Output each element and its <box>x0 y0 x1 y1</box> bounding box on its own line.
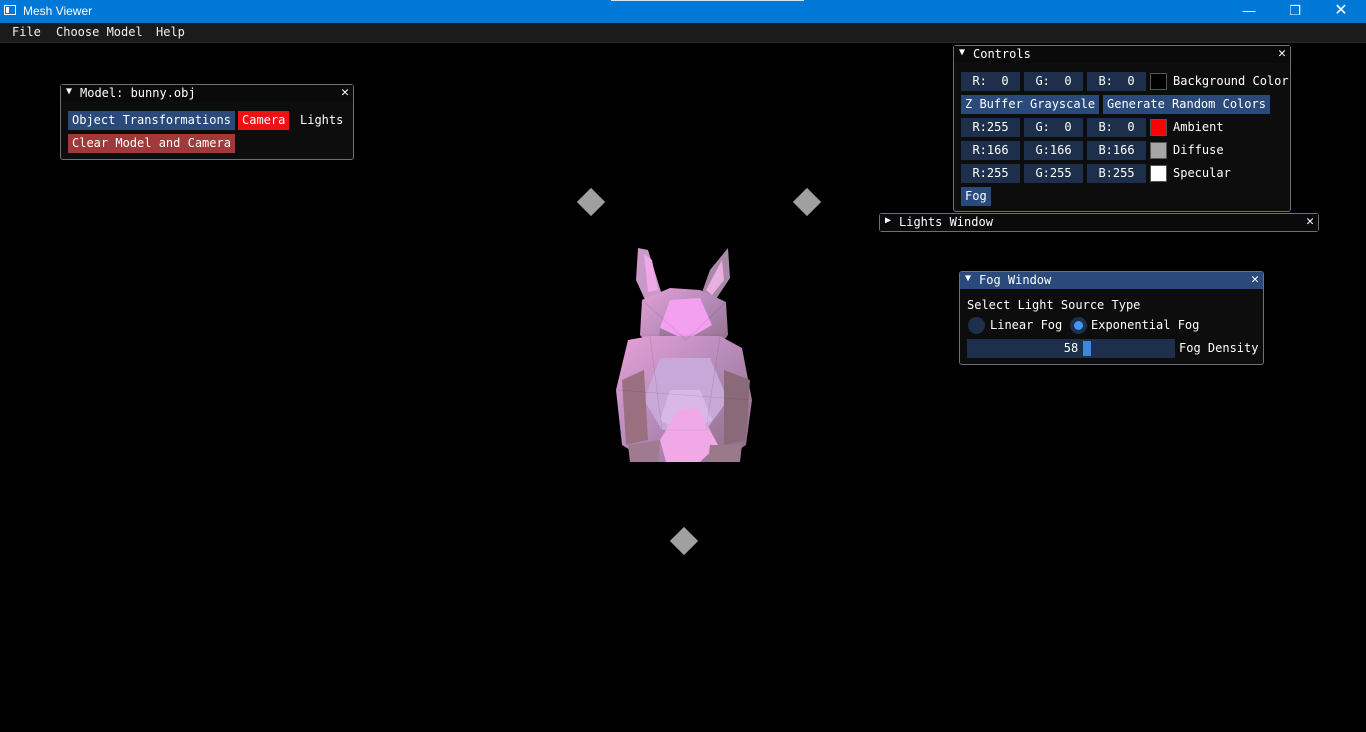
camera-button[interactable]: Camera <box>238 111 290 130</box>
specular-label: Specular <box>1173 166 1231 180</box>
collapse-triangle-icon[interactable]: ▼ <box>66 86 72 97</box>
exponential-fog-radio[interactable] <box>1070 317 1087 334</box>
lights-window: ▶ Lights Window ✕ <box>879 213 1319 232</box>
object-transformations-button[interactable]: Object Transformations <box>68 111 235 130</box>
ambient-color-swatch[interactable] <box>1150 119 1167 136</box>
fog-button[interactable]: Fog <box>961 187 991 206</box>
background-color-label: Background Color <box>1173 74 1289 88</box>
collapse-triangle-icon[interactable]: ▼ <box>965 273 971 284</box>
model-panel-title: Model: bunny.obj <box>80 86 196 100</box>
title-accent <box>611 0 804 1</box>
fog-window-header[interactable]: ▼ Fog Window ✕ <box>960 272 1263 289</box>
lights-button[interactable]: Lights <box>296 111 348 130</box>
ambient-g-field[interactable]: G: 0 <box>1024 118 1083 137</box>
lights-window-title: Lights Window <box>899 215 993 229</box>
menu-help[interactable]: Help <box>156 25 185 39</box>
fog-density-slider[interactable]: 58 <box>967 339 1175 358</box>
fog-window: ▼ Fog Window ✕ Select Light Source Type … <box>959 271 1264 365</box>
fog-type-heading: Select Light Source Type <box>967 298 1141 312</box>
light-marker[interactable] <box>792 187 822 217</box>
diffuse-label: Diffuse <box>1173 143 1224 157</box>
fog-density-label: Fog Density <box>1179 341 1259 355</box>
minimize-icon[interactable]: — <box>1226 0 1272 23</box>
specular-r-field[interactable]: R:255 <box>961 164 1020 183</box>
fog-window-title: Fog Window <box>979 273 1052 287</box>
diffuse-g-field[interactable]: G:166 <box>1024 141 1083 160</box>
model-panel-header[interactable]: ▼ Model: bunny.obj ✕ <box>61 85 353 102</box>
lights-window-header[interactable]: ▶ Lights Window ✕ <box>880 214 1318 231</box>
close-icon[interactable]: ✕ <box>1251 272 1259 287</box>
window-title: Mesh Viewer <box>23 4 93 18</box>
background-color-swatch[interactable] <box>1150 73 1167 90</box>
diffuse-r-field[interactable]: R:166 <box>961 141 1020 160</box>
restore-icon[interactable]: ❐ <box>1272 0 1318 23</box>
close-icon[interactable]: ✕ <box>1306 214 1314 229</box>
close-icon[interactable]: ✕ <box>341 85 349 100</box>
specular-b-field[interactable]: B:255 <box>1087 164 1146 183</box>
linear-fog-radio[interactable] <box>968 317 985 334</box>
menu-bar: File Choose Model Help <box>0 23 1366 43</box>
close-icon[interactable]: ✕ <box>1318 0 1364 23</box>
menu-file[interactable]: File <box>12 25 41 39</box>
model-panel: ▼ Model: bunny.obj ✕ Object Transformati… <box>60 84 354 160</box>
exponential-fog-label[interactable]: Exponential Fog <box>1091 318 1199 332</box>
bg-r-field[interactable]: R: 0 <box>961 72 1020 91</box>
linear-fog-label[interactable]: Linear Fog <box>990 318 1062 332</box>
ambient-b-field[interactable]: B: 0 <box>1087 118 1146 137</box>
diffuse-color-swatch[interactable] <box>1150 142 1167 159</box>
close-icon[interactable]: ✕ <box>1278 46 1286 61</box>
bunny-model[interactable] <box>600 240 770 470</box>
ambient-label: Ambient <box>1173 120 1224 134</box>
controls-title: Controls <box>973 47 1031 61</box>
specular-g-field[interactable]: G:255 <box>1024 164 1083 183</box>
app-icon <box>4 5 16 15</box>
specular-color-swatch[interactable] <box>1150 165 1167 182</box>
fog-density-value: 58 <box>1063 341 1079 355</box>
ambient-r-field[interactable]: R:255 <box>961 118 1020 137</box>
controls-header[interactable]: ▼ Controls ✕ <box>954 46 1290 63</box>
bg-b-field[interactable]: B: 0 <box>1087 72 1146 91</box>
bg-g-field[interactable]: G: 0 <box>1024 72 1083 91</box>
clear-model-camera-button[interactable]: Clear Model and Camera <box>68 134 235 153</box>
light-marker[interactable] <box>576 187 606 217</box>
controls-panel: ▼ Controls ✕ R: 0 G: 0 B: 0 Background C… <box>953 45 1291 212</box>
z-buffer-grayscale-button[interactable]: Z Buffer Grayscale <box>961 95 1100 114</box>
collapse-triangle-icon[interactable]: ▼ <box>959 47 965 58</box>
title-bar: Mesh Viewer — ❐ ✕ <box>0 0 1366 23</box>
generate-random-colors-button[interactable]: Generate Random Colors <box>1103 95 1270 114</box>
diffuse-b-field[interactable]: B:166 <box>1087 141 1146 160</box>
expand-triangle-icon[interactable]: ▶ <box>885 215 891 226</box>
menu-choose-model[interactable]: Choose Model <box>56 25 143 39</box>
light-marker[interactable] <box>669 526 699 556</box>
